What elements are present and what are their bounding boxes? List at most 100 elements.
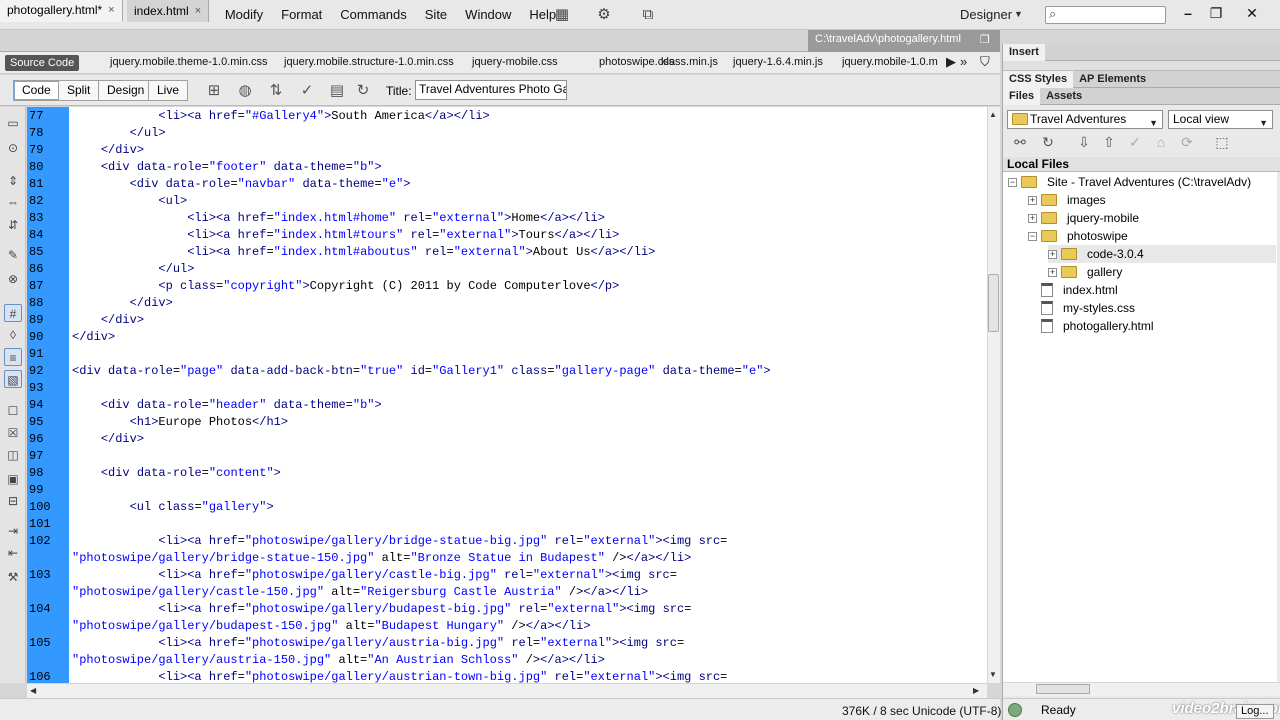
files-tab[interactable]: Files — [1003, 88, 1041, 105]
layout-icon[interactable]: ▦ — [551, 6, 573, 24]
menu-window[interactable]: Window — [456, 0, 520, 30]
apply-comment-icon[interactable]: ☐ — [4, 402, 22, 420]
code-line[interactable]: <li><a href="photoswipe/gallery/budapest… — [72, 601, 691, 618]
close-window-icon[interactable]: ✕ — [1240, 3, 1264, 23]
check-out-icon[interactable]: ✓ — [1125, 134, 1145, 151]
syntax-error-icon[interactable]: ⊗ — [4, 270, 22, 288]
source-code-button[interactable]: Source Code — [5, 55, 80, 71]
file-tree-item[interactable]: − photoswipe — [1028, 227, 1276, 245]
expand-icon[interactable]: + — [1048, 267, 1057, 277]
syntax-coloring-icon[interactable]: ▧ — [4, 370, 22, 388]
file-tree-item[interactable]: photogallery.html — [1028, 317, 1276, 335]
code-line[interactable]: <li><a href="photoswipe/gallery/castle-b… — [72, 567, 677, 584]
move-css-icon[interactable]: ⊟ — [4, 492, 22, 510]
design-view-button[interactable]: Design — [98, 80, 154, 101]
code-line[interactable]: <li><a href="index.html#aboutus" rel="ex… — [72, 244, 655, 261]
open-documents-icon[interactable]: ▭ — [4, 114, 22, 132]
code-line[interactable]: <div data-role="page" data-add-back-btn=… — [72, 363, 771, 380]
related-file[interactable]: jquery-mobile.css — [472, 56, 558, 68]
expand-icon[interactable]: + — [1048, 249, 1057, 259]
code-line[interactable]: <div data-role="navbar" data-theme="e"> — [72, 176, 411, 193]
horizontal-scrollbar[interactable] — [27, 683, 987, 698]
vertical-scrollbar[interactable] — [987, 107, 1000, 683]
restore-icon[interactable]: ❐ — [1204, 3, 1228, 23]
expand-all-icon[interactable]: ⇔ — [4, 193, 22, 211]
preview-browser-icon[interactable]: ◍ — [234, 81, 256, 99]
balance-braces-icon[interactable]: ✎ — [4, 246, 22, 264]
file-tree-item[interactable]: + jquery-mobile — [1028, 209, 1276, 227]
code-line[interactable]: "photoswipe/gallery/austria-150.jpg" alt… — [72, 652, 605, 669]
gear-icon[interactable]: ⚙ — [593, 6, 615, 24]
chevron-right-icon[interactable]: ▶ — [946, 54, 956, 70]
css-styles-tab[interactable]: CSS Styles — [1003, 71, 1074, 88]
code-line[interactable]: <ul class="gallery"> — [72, 499, 274, 516]
chevron-down-icon[interactable]: ▼ — [1014, 9, 1023, 19]
code-line[interactable]: <li><a href="index.html#home" rel="exter… — [72, 210, 605, 227]
check-browser-icon[interactable]: ✓ — [296, 81, 318, 99]
code-line[interactable]: <li><a href="#Gallery4">South America</a… — [72, 108, 489, 125]
check-in-icon[interactable]: ⌂ — [1151, 134, 1171, 150]
related-file[interactable]: jquery.mobile-1.0.m — [842, 56, 940, 68]
word-wrap-icon[interactable]: ≡ — [4, 348, 22, 366]
code-line[interactable]: </ul> — [72, 261, 194, 278]
scroll-left-icon[interactable]: ◀ — [30, 686, 36, 695]
refresh-icon[interactable]: ↻ — [352, 81, 374, 99]
code-line[interactable]: </div> — [72, 295, 173, 312]
site-select[interactable]: Travel Adventures ▼ — [1007, 110, 1163, 129]
code-line[interactable]: </div> — [72, 329, 115, 346]
menu-format[interactable]: Format — [272, 0, 331, 30]
more-files-icon[interactable]: » — [960, 54, 967, 69]
scrollbar-thumb[interactable] — [988, 274, 999, 332]
scroll-right-icon[interactable]: ▶ — [973, 686, 979, 695]
multiscreen-icon[interactable]: ⊞ — [203, 81, 225, 99]
format-source-icon[interactable]: ⚒ — [4, 568, 22, 586]
related-file[interactable]: jquery-1.6.4.min.js — [733, 56, 823, 68]
code-line[interactable]: <p class="copyright">Copyright (C) 2011 … — [72, 278, 619, 295]
chevron-down-icon[interactable]: ▼ — [1149, 115, 1158, 132]
refresh-files-icon[interactable]: ↻ — [1038, 134, 1058, 151]
chevron-down-icon[interactable]: ▼ — [1259, 115, 1268, 132]
code-line[interactable]: </div> — [72, 431, 144, 448]
code-view-button[interactable]: Code — [13, 80, 60, 101]
file-management-icon[interactable]: ⇅ — [265, 81, 287, 99]
related-file[interactable]: klass.min.js — [661, 56, 718, 68]
select-parent-icon[interactable]: ⇵ — [4, 216, 22, 234]
collapse-selection-icon[interactable]: ⇕ — [4, 172, 22, 190]
highlight-invalid-icon[interactable]: ◊ — [4, 326, 22, 344]
workspace-switcher[interactable]: Designer — [960, 7, 1012, 22]
collapse-icon[interactable]: − — [1008, 177, 1017, 187]
assets-tab[interactable]: Assets — [1040, 88, 1088, 105]
minimize-icon[interactable]: – — [1176, 3, 1200, 23]
remove-comment-icon[interactable]: ☒ — [4, 424, 22, 442]
scroll-up-icon[interactable]: ▲ — [989, 110, 997, 119]
code-line[interactable]: <li><a href="photoswipe/gallery/bridge-s… — [72, 533, 727, 550]
help-search-input[interactable] — [1045, 6, 1166, 24]
collapse-icon[interactable]: − — [1028, 231, 1037, 241]
close-icon[interactable]: × — [195, 1, 201, 22]
file-tree-item[interactable]: index.html — [1028, 281, 1276, 299]
code-line[interactable]: <li><a href="index.html#tours" rel="exte… — [72, 227, 619, 244]
live-view-button[interactable]: Live — [148, 80, 189, 101]
related-file[interactable]: jquery.mobile.structure-1.0.min.css — [284, 56, 454, 68]
line-numbers-icon[interactable]: # — [4, 304, 22, 322]
insert-panel-header[interactable]: Insert — [1003, 44, 1280, 61]
code-line[interactable]: <ul> — [72, 193, 187, 210]
collapse-tag-icon[interactable]: ⊙ — [4, 139, 22, 157]
restore-doc-icon[interactable]: ❐ — [980, 33, 990, 46]
tab-index[interactable]: index.html × — [127, 0, 210, 22]
code-line[interactable]: <div data-role="header" data-theme="b"> — [72, 397, 382, 414]
indent-icon[interactable]: ⇥ — [4, 522, 22, 540]
menu-commands[interactable]: Commands — [331, 0, 415, 30]
sync-icon[interactable]: ⟳ — [1177, 134, 1197, 151]
code-line[interactable]: </ul> — [72, 125, 166, 142]
expand-icon[interactable]: + — [1028, 213, 1037, 223]
files-scrollbar-thumb[interactable] — [1036, 684, 1090, 694]
code-line[interactable]: <li><a href="photoswipe/gallery/austria-… — [72, 635, 684, 652]
close-icon[interactable]: × — [108, 0, 114, 21]
file-tree-item[interactable]: + images — [1028, 191, 1276, 209]
wrap-tag-icon[interactable]: ◫ — [4, 446, 22, 464]
insert-tab[interactable]: Insert — [1003, 44, 1045, 61]
page-title-input[interactable]: Travel Adventures Photo Galle — [415, 80, 567, 100]
connect-icon[interactable]: ⚯ — [1010, 134, 1030, 151]
code-line[interactable]: "photoswipe/gallery/bridge-statue-150.jp… — [72, 550, 691, 567]
